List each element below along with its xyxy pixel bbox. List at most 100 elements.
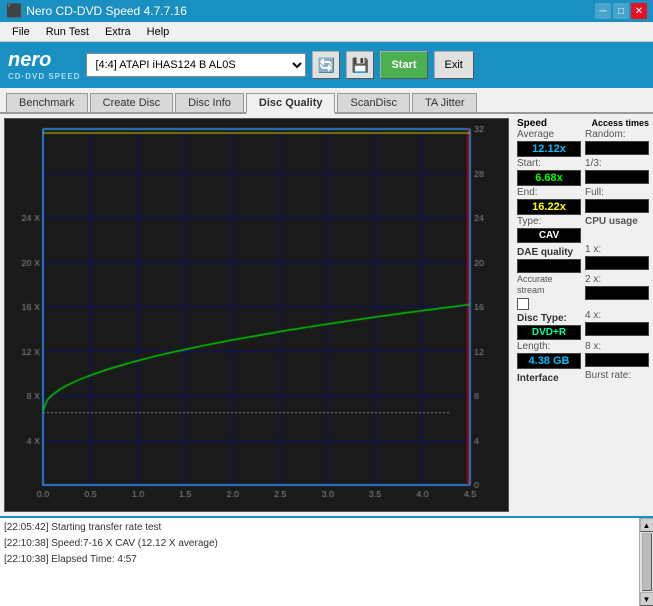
toolbar: nero CD·DVD SPEED [4:4] ATAPI iHAS124 B … bbox=[0, 42, 653, 88]
statusbar: [22:05:42] Starting transfer rate test [… bbox=[0, 516, 653, 606]
full-value bbox=[585, 199, 649, 213]
dae-quality-value bbox=[517, 259, 581, 273]
average-label: Average bbox=[517, 129, 581, 140]
cpu4x-col: 4 x: bbox=[585, 310, 649, 341]
access-times-label: Access times bbox=[585, 118, 649, 129]
minimize-button[interactable]: ─ bbox=[595, 3, 611, 19]
tab-scan-disc[interactable]: ScanDisc bbox=[337, 93, 409, 112]
full-col: Full: bbox=[585, 187, 649, 216]
speed-section: Speed Access times Average 12.12x Random… bbox=[517, 118, 649, 384]
nero-logo-block: nero CD·DVD SPEED bbox=[8, 49, 80, 81]
maximize-button[interactable]: □ bbox=[613, 3, 629, 19]
menu-runtest[interactable]: Run Test bbox=[38, 24, 97, 40]
burst-col: Burst rate: bbox=[585, 370, 649, 384]
dae-quality-label: DAE quality bbox=[517, 247, 581, 258]
right-panel: Speed Access times Average 12.12x Random… bbox=[513, 114, 653, 516]
start-button[interactable]: Start bbox=[380, 51, 427, 79]
avg-random-row: Average 12.12x Random: bbox=[517, 129, 649, 158]
dae-col: DAE quality bbox=[517, 244, 581, 274]
accurate-col: Accurate stream bbox=[517, 274, 581, 310]
end-value: 16.22x bbox=[517, 199, 581, 215]
end-label: End: bbox=[517, 187, 581, 198]
menu-help[interactable]: Help bbox=[139, 24, 178, 40]
onethird-col: 1/3: bbox=[585, 158, 649, 187]
burst-rate-label: Burst rate: bbox=[585, 370, 649, 381]
disc-cpu4x-row: Disc Type: DVD+R 4 x: bbox=[517, 310, 649, 341]
statusbar-scrollbar[interactable]: ▲ ▼ bbox=[639, 518, 653, 606]
status-log: [22:05:42] Starting transfer rate test [… bbox=[0, 518, 639, 606]
onethird-value bbox=[585, 170, 649, 184]
main-content: Speed Access times Average 12.12x Random… bbox=[0, 114, 653, 516]
average-col: Average 12.12x bbox=[517, 129, 581, 158]
speed-chart bbox=[5, 119, 508, 511]
accurate-cpu2x-row: Accurate stream 2 x: bbox=[517, 274, 649, 310]
disc-type-label: Disc Type: bbox=[517, 313, 581, 324]
chart-container bbox=[4, 118, 509, 512]
menu-extra[interactable]: Extra bbox=[97, 24, 139, 40]
titlebar-title: Nero CD-DVD Speed 4.7.7.16 bbox=[26, 4, 187, 18]
random-col: Random: bbox=[585, 129, 649, 158]
start-label: Start: bbox=[517, 158, 581, 169]
onethird-label: 1/3: bbox=[585, 158, 649, 169]
length-cpu8x-row: Length: 4.38 GB 8 x: bbox=[517, 341, 649, 370]
cpu2x-col: 2 x: bbox=[585, 274, 649, 310]
scroll-up-button[interactable]: ▲ bbox=[640, 518, 653, 532]
end-full-row: End: 16.22x Full: bbox=[517, 187, 649, 216]
type-col: Type: CAV bbox=[517, 216, 581, 244]
titlebar: ⬛ Nero CD-DVD Speed 4.7.7.16 ─ □ ✕ bbox=[0, 0, 653, 22]
scroll-down-button[interactable]: ▼ bbox=[640, 592, 653, 606]
tab-disc-quality[interactable]: Disc Quality bbox=[246, 93, 336, 114]
status-line-1: [22:05:42] Starting transfer rate test bbox=[4, 520, 635, 536]
tab-ta-jitter[interactable]: TA Jitter bbox=[412, 93, 478, 112]
menubar: File Run Test Extra Help bbox=[0, 22, 653, 42]
nero-logo: nero bbox=[8, 49, 80, 72]
type-value: CAV bbox=[517, 228, 581, 243]
titlebar-title-group: ⬛ Nero CD-DVD Speed 4.7.7.16 bbox=[6, 3, 187, 19]
tabs-bar: Benchmark Create Disc Disc Info Disc Qua… bbox=[0, 88, 653, 114]
start-col: Start: 6.68x bbox=[517, 158, 581, 187]
cpu-1x-value bbox=[585, 256, 649, 270]
cpu-2x-value bbox=[585, 286, 649, 300]
accurate-stream-checkbox[interactable] bbox=[517, 298, 529, 310]
disc-type-value: DVD+R bbox=[517, 325, 581, 340]
disc-col: Disc Type: DVD+R bbox=[517, 310, 581, 341]
titlebar-controls: ─ □ ✕ bbox=[595, 3, 647, 19]
status-line-3: [22:10:38] Elapsed Time: 4:57 bbox=[4, 552, 635, 568]
cpu-8x-value bbox=[585, 353, 649, 367]
menu-file[interactable]: File bbox=[4, 24, 38, 40]
length-col: Length: 4.38 GB bbox=[517, 341, 581, 370]
type-cpu-header-row: Type: CAV CPU usage bbox=[517, 216, 649, 244]
exit-button[interactable]: Exit bbox=[434, 51, 474, 79]
close-button[interactable]: ✕ bbox=[631, 3, 647, 19]
length-label: Length: bbox=[517, 341, 581, 352]
cpu-8x-label: 8 x: bbox=[585, 341, 649, 352]
nero-subtitle: CD·DVD SPEED bbox=[8, 72, 80, 81]
reload-icon[interactable]: 🔄 bbox=[312, 51, 340, 79]
cpu1x-col: 1 x: bbox=[585, 244, 649, 274]
cpu-1x-label: 1 x: bbox=[585, 244, 649, 255]
tab-create-disc[interactable]: Create Disc bbox=[90, 93, 173, 112]
accurate-stream-label: Accurate stream bbox=[517, 274, 581, 296]
start-value: 6.68x bbox=[517, 170, 581, 186]
save-icon[interactable]: 💾 bbox=[346, 51, 374, 79]
speed-header-row: Speed Access times bbox=[517, 118, 649, 129]
cpu-4x-label: 4 x: bbox=[585, 310, 649, 321]
random-value bbox=[585, 141, 649, 155]
interface-burst-row: Interface Burst rate: bbox=[517, 370, 649, 384]
start-onethird-row: Start: 6.68x 1/3: bbox=[517, 158, 649, 187]
random-label: Random: bbox=[585, 129, 649, 140]
accurate-checkbox-row bbox=[517, 298, 581, 310]
type-label: Type: bbox=[517, 216, 581, 227]
scroll-thumb[interactable] bbox=[642, 533, 652, 591]
cpu-2x-label: 2 x: bbox=[585, 274, 649, 285]
interface-col: Interface bbox=[517, 370, 581, 384]
end-col: End: 16.22x bbox=[517, 187, 581, 216]
cpu8x-col: 8 x: bbox=[585, 341, 649, 370]
drive-select[interactable]: [4:4] ATAPI iHAS124 B AL0S bbox=[86, 53, 306, 77]
cpu-usage-col: CPU usage bbox=[585, 216, 649, 244]
tab-benchmark[interactable]: Benchmark bbox=[6, 93, 88, 112]
speed-label: Speed bbox=[517, 118, 581, 129]
length-value: 4.38 GB bbox=[517, 353, 581, 369]
cpu-usage-label: CPU usage bbox=[585, 216, 649, 227]
tab-disc-info[interactable]: Disc Info bbox=[175, 93, 244, 112]
